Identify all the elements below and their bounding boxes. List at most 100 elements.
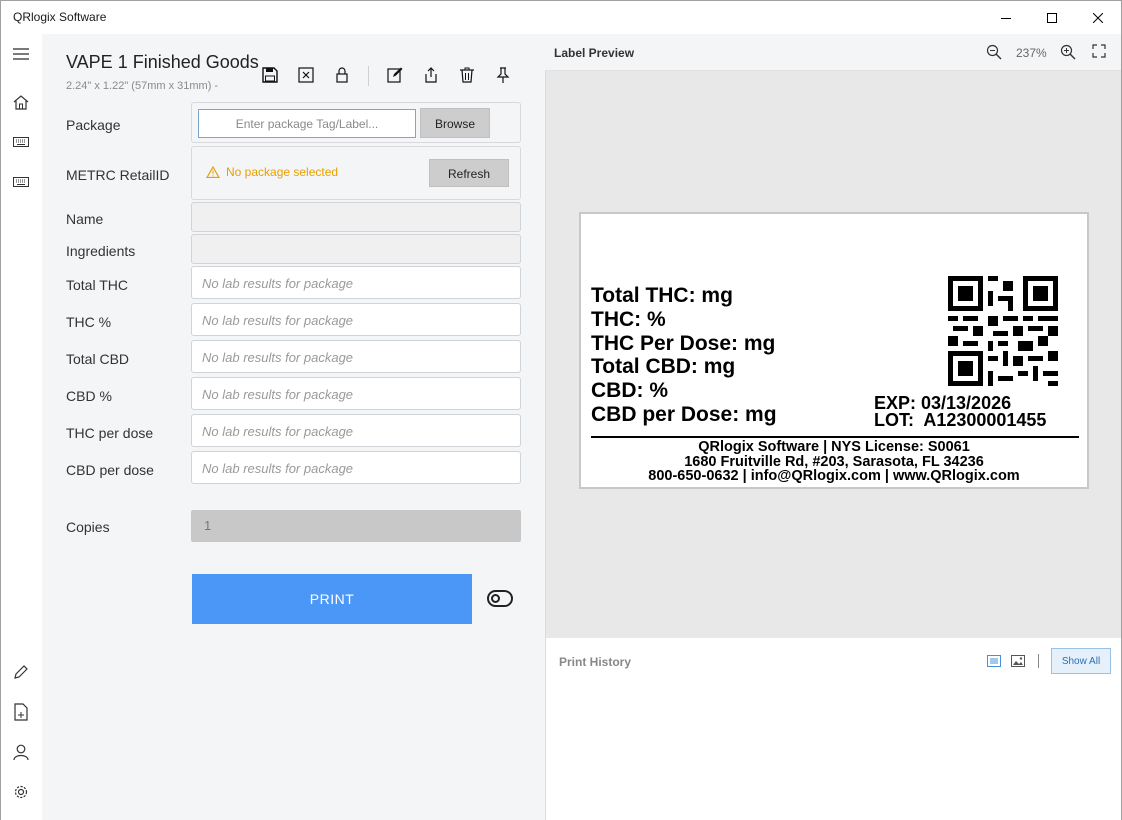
save-button[interactable] [259,64,281,86]
label-line: Total CBD: mg [591,355,736,379]
label-lot: LOT: A12300001455 [874,410,1047,430]
ingredients-label: Ingredients [66,243,136,259]
image-view-icon [1011,655,1025,667]
nav-keyboard-1[interactable] [11,132,31,152]
menu-button[interactable] [11,44,31,64]
metrc-warning-text: No package selected [226,165,339,179]
package-input[interactable]: Enter package Tag/Label... [198,109,416,138]
copies-label: Copies [66,519,110,535]
toggle-knob [491,594,500,603]
minimize-button[interactable] [983,1,1029,34]
close-button[interactable] [1075,1,1121,34]
history-divider [1038,654,1039,668]
label-line: CBD: % [591,379,668,403]
keyboard-icon [13,177,29,187]
label-footer-line: 800-650-0632 | info@QRlogix.com | www.QR… [648,468,1020,484]
thc-per-dose-field[interactable]: No lab results for package [191,414,521,447]
document-title: VAPE 1 Finished Goods [66,52,259,72]
cbd-percent-field[interactable]: No lab results for package [191,377,521,410]
zoom-in-button[interactable] [1060,44,1078,62]
toolbar-divider [368,66,369,86]
qr-code [948,276,1058,386]
cbd-per-dose-field[interactable]: No lab results for package [191,451,521,484]
share-button[interactable] [420,64,442,86]
zoom-level: 237% [1016,46,1047,60]
image-view-button[interactable] [1011,654,1025,672]
zoom-in-icon [1060,44,1076,60]
edit-icon [387,67,403,83]
thc-percent-label: THC % [66,314,112,330]
label-footer-line: 1680 Fruitville Rd, #203, Sarasota, FL 3… [684,453,984,470]
home-icon [13,95,29,110]
total-thc-label: Total THC [66,277,128,293]
document-dimensions: 2.24" x 1.22" (57mm x 31mm) - [66,80,219,92]
cbd-percent-label: CBD % [66,388,112,404]
show-all-button[interactable]: Show All [1051,648,1111,674]
label-preview-area: Total THC: mg THC: % THC Per Dose: mg To… [545,71,1121,638]
zoom-out-button[interactable] [986,44,1004,62]
lock-button[interactable] [331,64,353,86]
print-history-title: Print History [559,655,632,669]
preview-header: Label Preview 237% [545,34,1121,71]
label-divider [591,436,1079,438]
fullscreen-icon [1092,44,1106,58]
refresh-button[interactable]: Refresh [429,159,509,187]
print-history-panel: Print History Show All [545,638,1121,820]
nav-keyboard-2[interactable] [11,172,31,192]
label-line: Total THC: mg [591,284,733,307]
minimize-icon [1001,17,1011,19]
label-footer: QRlogix Software | NYS License: S0061 16… [581,440,1087,484]
trash-icon [460,67,474,83]
app-window: QRlogix Software VAPE 1 Finished Goods 2… [0,0,1122,820]
nav-rail [1,34,42,820]
metrc-warning: No package selected [206,165,338,179]
label-exp-lot: EXP: 03/13/2026 LOT: A12300001455 [874,394,1047,430]
name-label: Name [66,211,104,227]
hamburger-icon [13,48,29,60]
thc-per-dose-label: THC per dose [66,425,154,441]
list-view-icon [987,655,1001,667]
total-thc-field[interactable]: No lab results for package [191,266,521,299]
list-view-button[interactable] [987,654,1001,672]
browse-button[interactable]: Browse [420,108,490,138]
package-label: Package [66,117,121,133]
print-mode-toggle[interactable] [487,590,513,607]
nav-home[interactable] [11,92,31,112]
delete-button[interactable] [456,64,478,86]
zoom-out-icon [986,44,1002,60]
fullscreen-button[interactable] [1092,44,1110,62]
label-line: THC: % [591,307,666,331]
warning-icon [206,166,220,178]
nav-new-document[interactable] [11,702,31,722]
new-document-icon [14,703,28,721]
thc-percent-field[interactable]: No lab results for package [191,303,521,336]
label-line: THC Per Dose: mg [591,331,776,355]
total-cbd-field[interactable]: No lab results for package [191,340,521,373]
pin-icon [496,67,510,83]
ingredients-field[interactable] [191,234,521,264]
nav-account[interactable] [11,742,31,762]
metrc-group: No package selected Refresh [191,146,521,200]
user-icon [13,744,29,760]
label-line: CBD per Dose: mg [591,402,777,426]
nav-settings[interactable] [11,782,31,802]
save-icon [262,67,278,83]
close-box-icon [298,67,314,83]
pencil-icon [14,665,28,679]
close-icon [1093,12,1103,23]
close-document-button[interactable] [295,64,317,86]
print-button[interactable]: PRINT [192,574,472,624]
nav-edit[interactable] [11,662,31,682]
name-field[interactable] [191,202,521,232]
share-icon [425,67,437,83]
pin-button[interactable] [492,64,514,86]
label-preview: Total THC: mg THC: % THC Per Dose: mg To… [579,212,1089,489]
maximize-button[interactable] [1029,1,1075,34]
label-lab-lines: Total THC: mg THC: % THC Per Dose: mg To… [591,284,777,427]
app-title: QRlogix Software [13,10,107,24]
copies-input[interactable]: 1 [191,510,521,542]
gear-icon [14,785,28,799]
maximize-icon [1047,12,1057,23]
cbd-per-dose-label: CBD per dose [66,462,154,478]
edit-button[interactable] [384,64,406,86]
